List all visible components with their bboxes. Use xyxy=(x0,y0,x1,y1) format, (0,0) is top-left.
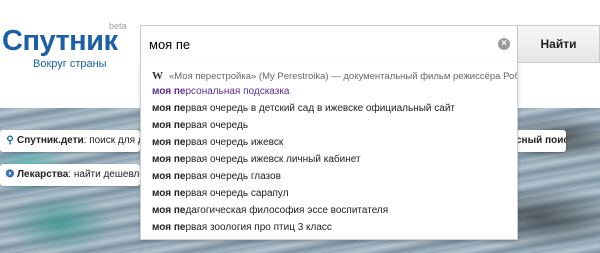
medicines-link-title: Лекарства xyxy=(17,169,69,180)
suggestion-match: моя пе xyxy=(152,205,186,216)
suggestion-dropdown: W «Моя перестройка» (My Perestroika) — до… xyxy=(140,62,518,240)
kids-search-link[interactable]: ⚲Спутник.дети: поиск для детей xyxy=(0,130,140,152)
suggestion-match: моя пе xyxy=(152,222,186,233)
beta-label: beta xyxy=(109,21,127,31)
suggestion-rest: рвая очередь xyxy=(185,120,249,131)
kids-link-text: : поиск для детей xyxy=(83,135,140,146)
medicines-link-text: : найти дешевле xyxy=(68,169,140,180)
logo-wordmark: Спутник xyxy=(2,25,118,57)
suggestion-match: моя пе xyxy=(152,171,186,182)
suggestion-rest: рвая очередь ижевск xyxy=(185,137,284,148)
suggestion-item[interactable]: моя первая очередь ижевск личный кабинет xyxy=(141,152,517,168)
clear-icon[interactable]: × xyxy=(498,38,510,50)
wiki-suggestion-text: «Моя перестройка» (My Perestroika) — док… xyxy=(169,71,517,82)
search-icon: ⚲ xyxy=(6,135,14,146)
suggestion-rest: рвая зоология про птиц 3 класс xyxy=(185,222,332,233)
suggestion-match: моя пе xyxy=(152,86,186,97)
suggestion-match: моя пе xyxy=(152,103,186,114)
suggestion-item[interactable]: моя первая зоология про птиц 3 класс xyxy=(141,220,517,236)
logo[interactable]: Спутник beta Вокруг страны xyxy=(2,21,132,74)
suggestion-item[interactable]: моя первая очередь глазов xyxy=(141,169,517,185)
suggestion-item[interactable]: моя персональная подсказка xyxy=(141,84,517,100)
suggestion-rest: рвая очередь ижевск личный кабинет xyxy=(185,154,361,165)
suggestion-item[interactable]: моя первая очередь сарапул xyxy=(141,186,517,202)
right-promo-link[interactable]: сный поиск xyxy=(514,130,566,152)
suggestion-item[interactable]: моя педагогическая философия эссе воспит… xyxy=(141,203,517,219)
medicines-link[interactable]: ❂ Лекарства: найти дешевле xyxy=(0,164,140,186)
suggestion-match: моя пе xyxy=(152,137,186,148)
logo-tagline: Вокруг страны xyxy=(33,58,107,70)
suggestion-rest: рсональная подсказка xyxy=(185,86,290,97)
kids-link-title: Спутник.дети xyxy=(17,135,84,146)
suggestion-rest: дагогическая философия эссе воспитателя xyxy=(185,205,389,216)
suggestion-item[interactable]: моя первая очередь xyxy=(141,118,517,134)
wiki-suggestion[interactable]: W «Моя перестройка» (My Perestroika) — до… xyxy=(141,68,517,84)
wikipedia-icon: W xyxy=(152,70,163,82)
suggestion-item[interactable]: моя первая очередь ижевск xyxy=(141,135,517,151)
search-button[interactable]: Найти xyxy=(518,25,600,63)
search-input[interactable] xyxy=(141,26,491,62)
suggestion-rest: рвая очередь в детский сад в ижевске офи… xyxy=(185,103,455,114)
suggestion-item[interactable]: моя первая очередь в детский сад в ижевс… xyxy=(141,101,517,117)
suggestion-match: моя пе xyxy=(152,188,186,199)
pill-icon: ❂ xyxy=(5,169,15,180)
suggestion-match: моя пе xyxy=(152,120,186,131)
suggestion-rest: рвая очередь сарапул xyxy=(185,188,289,199)
search-box: × xyxy=(140,25,518,63)
suggestion-rest: рвая очередь глазов xyxy=(185,171,281,182)
suggestion-match: моя пе xyxy=(152,154,186,165)
